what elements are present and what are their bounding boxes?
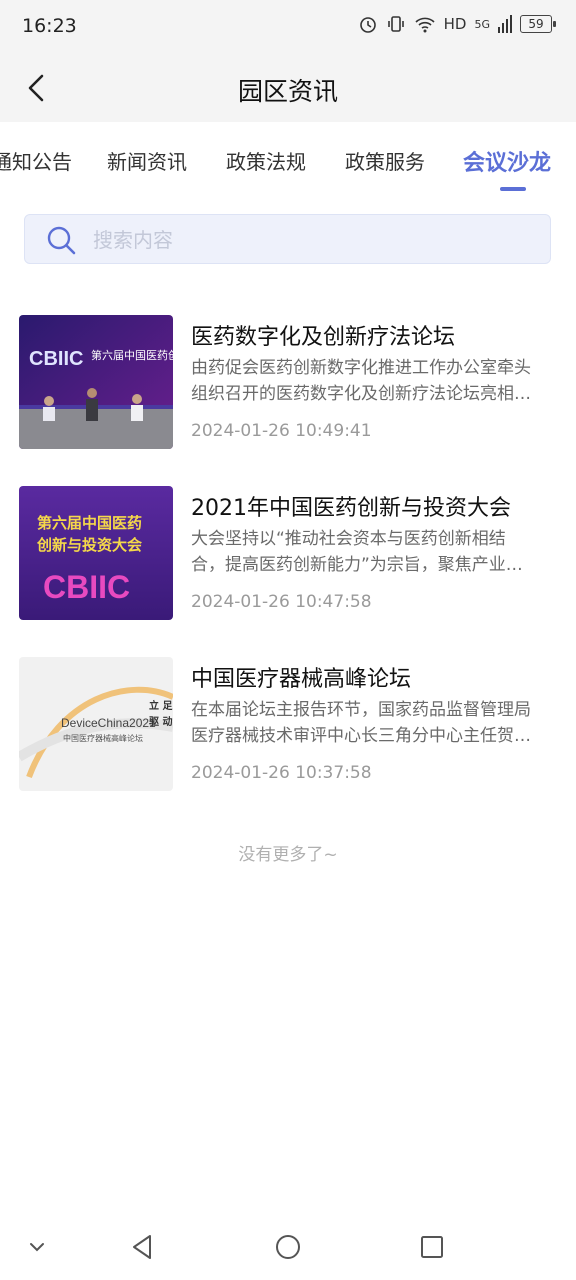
thumb-subtitle: 中国医疗器械高峰论坛 [63,733,143,743]
tab-policy-services[interactable]: 政策服务 [345,146,425,175]
status-icons: HD 5G 59 [358,14,556,34]
nav-recents-icon[interactable] [417,1232,447,1262]
summary-line: 医疗器械技术审评中心长三角分中心主任贺… [191,726,531,746]
summary-line: 由药促会医药创新数字化推进工作办公室牵头 [191,358,531,378]
tab-policies[interactable]: 政策法规 [226,146,306,175]
thumb-banner-text: 第六届中国医药创新与投资大会 [91,348,173,362]
thumb-side-text: 驱 动 [149,715,172,728]
article-timestamp: 2024-01-26 10:49:41 [191,421,372,441]
signal-type: 5G [474,17,490,31]
summary-line: 组织召开的医药数字化及创新疗法论坛亮相… [191,384,531,404]
thumb-line2: 创新与投资大会 [36,536,142,554]
status-time: 16:23 [22,15,77,37]
summary-line: 在本届论坛主报告环节，国家药品监督管理局 [191,700,531,720]
tab-news[interactable]: 新闻资讯 [107,146,187,175]
article-item[interactable]: 第六届中国医药 创新与投资大会 CBIIC 2021年中国医药创新与投资大会 大… [0,486,576,636]
tab-notices[interactable]: 通知公告 [0,146,72,175]
wifi-icon [415,17,435,33]
thumb-line1: 第六届中国医药 [37,514,142,532]
article-title[interactable]: 医药数字化及创新疗法论坛 [191,319,455,351]
thumb-brand: DeviceChina2021 [61,716,156,730]
search-bar[interactable] [24,214,551,265]
article-summary: 大会坚持以“推动社会资本与医药创新相结 合，提高医药创新能力”为宗旨，聚焦产业… [191,526,546,578]
nav-bar: 园区资讯 [0,54,576,122]
thumb-side-text: 立 足 [149,699,173,712]
vibrate-icon [387,16,404,32]
alarm-icon [359,17,376,33]
article-thumbnail[interactable]: CBIIC 第六届中国医药创新与投资大会 [19,315,173,449]
category-tabs: 通知公告 新闻资讯 政策法规 政策服务 会议沙龙 [0,122,576,196]
article-summary: 在本届论坛主报告环节，国家药品监督管理局 医疗器械技术审评中心长三角分中心主任贺… [191,697,546,749]
thumb-logo-text: CBIIC [43,569,130,605]
network-type: HD [443,15,467,33]
page-title: 园区资讯 [237,77,338,106]
signal-icon [498,15,512,33]
summary-line: 大会坚持以“推动社会资本与医药创新相结 [191,529,506,549]
battery-icon: 59 [520,15,556,33]
tab-meetings-salons[interactable]: 会议沙龙 [463,145,551,177]
article-summary: 由药促会医药创新数字化推进工作办公室牵头 组织召开的医药数字化及创新疗法论坛亮相… [191,355,546,407]
article-item[interactable]: DeviceChina2021 中国医疗器械高峰论坛 立 足 驱 动 中国医疗器… [0,657,576,807]
article-item[interactable]: CBIIC 第六届中国医药创新与投资大会 医药数字化及创新疗法论坛 由药促会医药… [0,315,576,465]
article-title[interactable]: 2021年中国医药创新与投资大会 [191,490,511,522]
search-icon[interactable] [45,224,77,256]
article-thumbnail[interactable]: 第六届中国医药 创新与投资大会 CBIIC [19,486,173,620]
article-timestamp: 2024-01-26 10:47:58 [191,592,372,612]
article-title[interactable]: 中国医疗器械高峰论坛 [191,661,411,693]
chevron-down-icon[interactable] [22,1232,52,1262]
nav-back-icon[interactable] [128,1232,158,1262]
no-more-text: 没有更多了~ [238,845,338,865]
summary-line: 合，提高医药创新能力”为宗旨，聚焦产业… [191,555,523,575]
article-thumbnail[interactable]: DeviceChina2021 中国医疗器械高峰论坛 立 足 驱 动 [19,657,173,791]
article-timestamp: 2024-01-26 10:37:58 [191,763,372,783]
nav-home-icon[interactable] [273,1232,303,1262]
active-tab-indicator [500,187,526,191]
system-nav-bar [0,1216,576,1280]
thumb-logo-text: CBIIC [29,348,83,370]
status-bar: 16:23 HD 5G 59 [0,0,576,54]
search-input[interactable] [91,215,535,265]
